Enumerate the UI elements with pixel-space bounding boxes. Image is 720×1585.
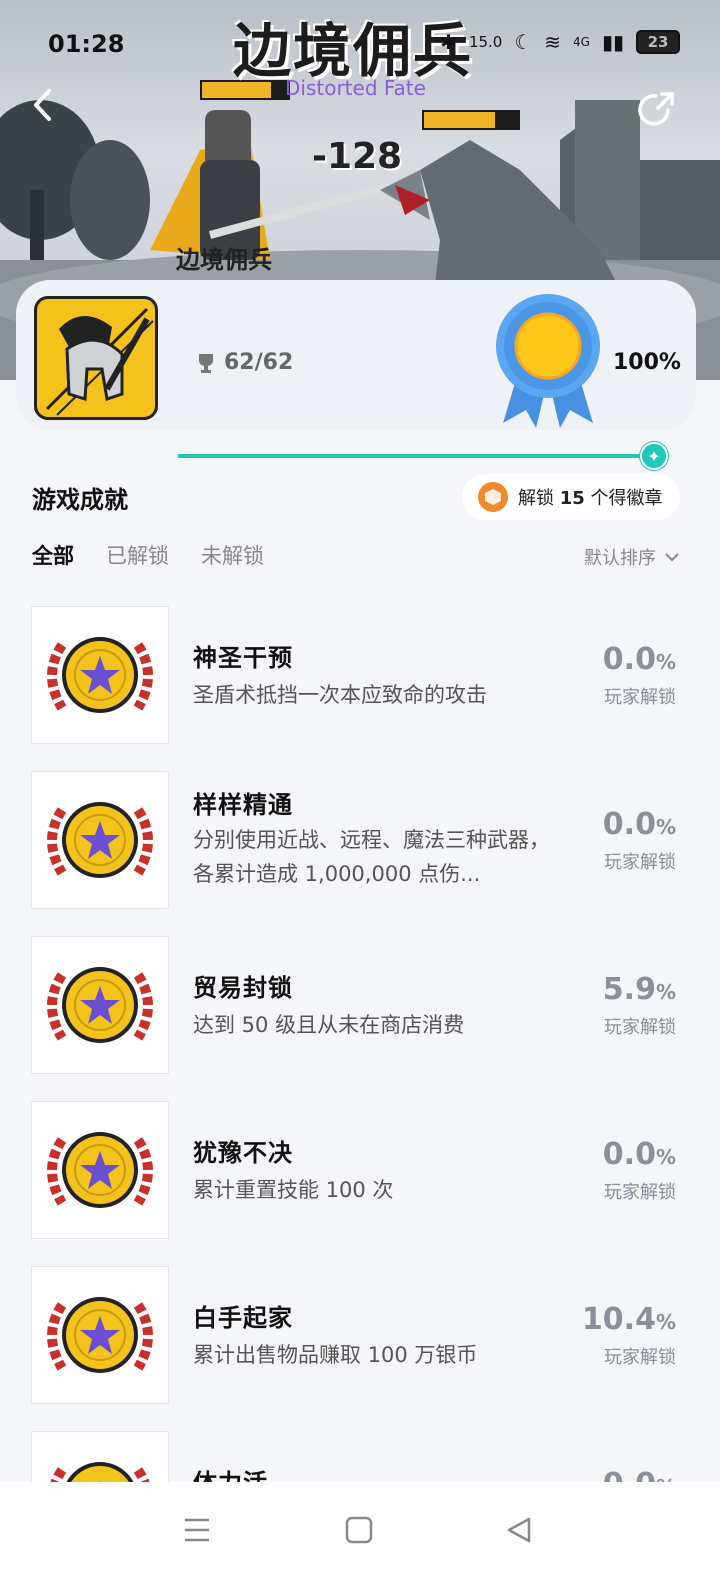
nav-home-button[interactable] <box>334 1510 384 1550</box>
unlock-rate-value: 0.0 <box>602 642 656 677</box>
signal-icon: ▮▮ <box>601 30 624 54</box>
achievement-name: 样样精通 <box>193 791 293 819</box>
square-home-icon <box>345 1516 373 1544</box>
chevron-left-icon <box>34 89 51 121</box>
achievement-item[interactable]: 神圣干预 圣盾术抵挡一次本应致命的攻击 0.0% 玩家解锁 <box>0 606 720 771</box>
unlock-rate: 0.0% <box>603 642 676 677</box>
unlock-rate: 0.0% <box>603 807 676 842</box>
spartan-helmet-icon <box>45 307 154 416</box>
unlock-rate-value: 0.0 <box>602 1137 656 1172</box>
sort-dropdown[interactable]: 默认排序 <box>584 544 680 570</box>
completion-medal <box>488 288 608 432</box>
unlock-rate-unit: % <box>655 650 676 674</box>
filter-tabs: 全部 已解锁 未解锁 <box>32 540 264 570</box>
progress-sparkle-icon: ✦ <box>640 442 668 470</box>
achievement-list: 神圣干预 圣盾术抵挡一次本应致命的攻击 0.0% 玩家解锁 样样精通 分别使用近… <box>0 606 720 1585</box>
achievement-thumbnail <box>31 1266 169 1404</box>
hero-caption: 边境佣兵 <box>176 246 272 274</box>
trophy-count: 62/62 <box>196 350 293 375</box>
medal-star-icon <box>47 637 153 713</box>
network-speed: 15.0 <box>468 33 503 51</box>
nav-menu-button[interactable] <box>172 1510 222 1550</box>
unlock-rate-label: 玩家解锁 <box>604 687 676 708</box>
achievement-description: 圣盾术抵挡一次本应致命的攻击 <box>193 683 487 707</box>
badge-unlock-pill[interactable]: 解锁 15 个得徽章 <box>462 474 680 520</box>
enemy-hp-bar <box>422 110 520 130</box>
network-type: 4G <box>573 35 590 49</box>
achievement-description: 累计重置技能 100 次 <box>193 1178 394 1202</box>
menu-icon <box>185 1518 209 1542</box>
unlock-rate-label: 玩家解锁 <box>604 1017 676 1038</box>
unlock-rate-label: 玩家解锁 <box>604 1182 676 1203</box>
unlock-rate-value: 10.4 <box>581 1302 656 1337</box>
achievement-thumbnail <box>31 1101 169 1239</box>
back-button[interactable] <box>32 88 72 132</box>
status-time: 01:28 <box>48 30 125 58</box>
unlock-rate-value: 0.0 <box>602 807 656 842</box>
share-button[interactable] <box>638 88 684 134</box>
medal-star-icon <box>47 802 153 878</box>
sort-label: 默认排序 <box>584 548 656 569</box>
badge-count: 15 <box>559 488 585 509</box>
chevron-down-icon <box>665 553 679 562</box>
wifi-icon: ≋ <box>544 30 562 54</box>
battery-icon: 23 <box>636 30 680 54</box>
unlock-rate-label: 玩家解锁 <box>604 1347 676 1368</box>
achievement-thumbnail <box>31 936 169 1074</box>
unlock-rate-unit: % <box>655 1145 676 1169</box>
completion-percent: 100% <box>613 350 681 375</box>
unlock-rate: 10.4% <box>582 1302 676 1337</box>
achievement-thumbnail <box>31 771 169 909</box>
achievement-item[interactable]: 贸易封锁 达到 50 级且从未在商店消费 5.9% 玩家解锁 <box>0 936 720 1101</box>
unlock-rate: 0.0% <box>603 1137 676 1172</box>
trophy-icon <box>199 353 213 373</box>
medal-star-icon <box>47 1132 153 1208</box>
status-icons: ✱ 15.0 ☾ ≋ 4G ▮▮ 23 <box>440 30 680 54</box>
moon-icon: ☾ <box>514 30 533 54</box>
unlock-rate-label: 玩家解锁 <box>604 852 676 873</box>
achievement-item[interactable]: 样样精通 分别使用近战、远程、魔法三种武器，各累计造成 1,000,000 点伤… <box>0 771 720 936</box>
unlock-rate-unit: % <box>655 980 676 1004</box>
triangle-back-icon <box>507 1517 531 1543</box>
unlock-rate-unit: % <box>655 1310 676 1334</box>
achievement-name: 犹豫不决 <box>193 1139 293 1167</box>
achievement-name: 贸易封锁 <box>193 974 293 1002</box>
tab-locked[interactable]: 未解锁 <box>201 540 264 570</box>
medal-star-icon <box>47 967 153 1043</box>
trophy-count-text: 62/62 <box>224 350 294 375</box>
achievement-name: 神圣干预 <box>193 644 293 672</box>
hero-damage-number: -128 <box>312 136 403 177</box>
unlock-rate-value: 5.9 <box>602 972 656 1007</box>
tab-all[interactable]: 全部 <box>32 540 74 570</box>
share-icon <box>638 92 674 126</box>
medal-star-icon <box>47 1297 153 1373</box>
bluetooth-icon: ✱ <box>440 30 457 54</box>
completion-progress-bar <box>178 454 658 458</box>
achievement-description: 累计出售物品赚取 100 万银币 <box>193 1343 478 1367</box>
unlock-rate: 5.9% <box>603 972 676 1007</box>
game-icon[interactable] <box>34 296 158 420</box>
achievement-thumbnail <box>31 606 169 744</box>
badge-suffix: 个得徽章 <box>590 488 663 509</box>
tab-unlocked[interactable]: 已解锁 <box>106 540 169 570</box>
unlock-rate-unit: % <box>655 815 676 839</box>
badge-prefix: 解锁 <box>518 488 554 509</box>
nav-back-button[interactable] <box>494 1510 544 1550</box>
achievement-name: 白手起家 <box>193 1304 293 1332</box>
achievement-description: 达到 50 级且从未在商店消费 <box>193 1013 465 1037</box>
badge-icon <box>478 482 508 512</box>
achievement-summary-card: 62/62 100% <box>16 280 696 430</box>
section-title: 游戏成就 <box>32 486 128 514</box>
achievement-item[interactable]: 白手起家 累计出售物品赚取 100 万银币 10.4% 玩家解锁 <box>0 1266 720 1431</box>
achievement-description: 分别使用近战、远程、魔法三种武器，各累计造成 1,000,000 点伤... <box>193 828 550 886</box>
ribbon-medal-icon <box>496 294 600 428</box>
achievement-item[interactable]: 犹豫不决 累计重置技能 100 次 0.0% 玩家解锁 <box>0 1101 720 1266</box>
hero-subtitle: Distorted Fate <box>285 76 426 100</box>
system-nav-bar <box>0 1482 720 1585</box>
